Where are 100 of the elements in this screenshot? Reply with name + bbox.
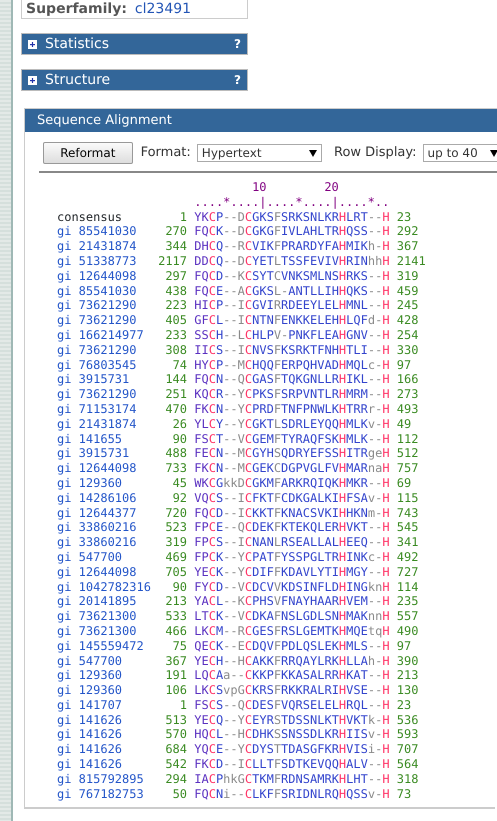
end-position: 557 — [396, 609, 418, 624]
sequence-text: YECK--YCDIFFKDAVLYTIHMGY--H — [194, 564, 390, 580]
sequence-link[interactable]: gi 12644098 — [57, 461, 151, 476]
end-position: 166 — [396, 372, 418, 388]
format-dropdown[interactable]: Hypertext — [196, 144, 322, 162]
start-position: 223 — [164, 298, 188, 314]
sequence-link[interactable]: gi 12644098 — [57, 268, 151, 284]
panel-title: Sequence Alignment — [25, 109, 497, 132]
sequence-link[interactable]: gi 73621290 — [57, 313, 151, 328]
start-position: 294 — [164, 772, 188, 787]
start-position: 1 — [178, 210, 188, 224]
sequence-link[interactable]: gi 71153174 — [57, 402, 151, 417]
end-position: 428 — [396, 313, 418, 328]
sequence-link[interactable]: gi 73621300 — [57, 624, 151, 639]
start-position: 319 — [164, 535, 188, 550]
sequence-link[interactable]: gi 129360 — [57, 668, 151, 684]
sequence-link[interactable]: gi 85541030 — [57, 224, 151, 240]
sequence-text: YECQ--YCEYRSTDSSNLKTHVKTk-H — [194, 712, 390, 728]
end-position: 390 — [396, 654, 418, 668]
sequence-text: FKCN--YCPRDFTNFPNWLKHTRRr-H — [194, 402, 390, 417]
start-position: 570 — [164, 727, 188, 742]
row-display-dropdown[interactable]: up to 40 — [422, 144, 497, 162]
section-header-bar[interactable]: Structure ? — [21, 69, 248, 91]
start-position: 466 — [164, 624, 188, 639]
end-position: 292 — [396, 224, 418, 240]
sequence-link[interactable]: gi 51338773 — [57, 254, 151, 269]
end-position: 114 — [396, 580, 418, 594]
sequence-link[interactable]: gi 76803545 — [57, 358, 151, 372]
sequence-link[interactable]: gi 3915731 — [57, 446, 151, 462]
sequence-link[interactable]: gi 129360 — [57, 683, 151, 698]
sequence-text: FKCN--MCGEKCDGPVGLFVHMARnaH — [194, 461, 390, 476]
sequence-text: HICP--ICGVIRRDEEYLELHMNL--H — [194, 298, 390, 314]
sequence-link[interactable]: gi 547700 — [57, 654, 151, 668]
end-position: 318 — [396, 772, 418, 787]
end-position: 319 — [396, 268, 418, 284]
sequence-link[interactable]: gi 73621290 — [57, 342, 151, 358]
start-position: 470 — [164, 402, 188, 417]
end-position: 459 — [396, 284, 418, 298]
sequence-link[interactable]: gi 141626 — [57, 742, 151, 758]
end-position: 49 — [396, 416, 412, 432]
start-position: 26 — [172, 416, 188, 432]
sequence-link[interactable]: gi 166214977 — [57, 328, 151, 343]
sequence-text: FECN--MCGYHSQDRYEFSSHITRgeH — [194, 446, 390, 462]
start-position: 367 — [164, 654, 188, 668]
start-position: 405 — [164, 313, 188, 328]
caret-icon — [309, 150, 317, 156]
sequence-link[interactable]: gi 3915731 — [57, 372, 151, 388]
start-position: 733 — [164, 461, 188, 476]
sequence-text: FYCD--VCDCVVKDSINFLDHINGknH — [194, 580, 390, 594]
start-position: 50 — [172, 786, 188, 802]
sequence-text: LKCM--RCGESFRSLGEMTKHMQEtqH — [194, 624, 390, 639]
plus-icon[interactable] — [28, 76, 37, 84]
sequence-link[interactable]: gi 129360 — [57, 476, 151, 491]
sequence-link[interactable]: gi 73621300 — [57, 609, 151, 624]
start-position: 513 — [164, 712, 188, 728]
sequence-link[interactable]: gi 14286106 — [57, 490, 151, 506]
end-position: 23 — [396, 210, 412, 224]
sequence-link[interactable]: gi 1042782316 — [57, 580, 151, 594]
sequence-link[interactable]: gi 141707 — [57, 698, 151, 713]
sequence-link[interactable]: gi 141626 — [57, 757, 151, 772]
help-link[interactable]: ? — [234, 71, 241, 89]
reformat-button[interactable]: Reformat — [43, 142, 133, 164]
sequence-link[interactable]: gi 141626 — [57, 727, 151, 742]
help-link[interactable]: ? — [234, 35, 241, 53]
sequence-link[interactable]: gi 12644377 — [57, 506, 151, 520]
sequence-link[interactable]: gi 33860216 — [57, 535, 151, 550]
sequence-link[interactable]: gi 547700 — [57, 550, 151, 565]
sequence-link[interactable]: gi 21431874 — [57, 416, 151, 432]
superfamily-label: Superfamily: — [26, 2, 127, 16]
end-position: 727 — [396, 564, 418, 580]
section-header-bar[interactable]: Statistics ? — [21, 33, 248, 55]
sequence-link[interactable]: gi 85541030 — [57, 284, 151, 298]
sequence-link[interactable]: gi 145559472 — [57, 638, 151, 654]
plus-icon[interactable] — [28, 40, 37, 48]
format-label: Format: — [140, 144, 191, 162]
sequence-text: HYCP--MCHQQFERPQHVADHMQLc-H — [194, 358, 390, 372]
sequence-text: DHCQ--RCVIKFPRARDYFAHMIKh-H — [194, 239, 390, 254]
start-position: 684 — [164, 742, 188, 758]
sequence-text: DDCQ--DCYETLTSSFEVIVHRINhhH — [194, 254, 390, 269]
sequence-link[interactable]: gi 767182753 — [57, 786, 151, 802]
start-position: 438 — [164, 284, 188, 298]
superfamily-link[interactable]: cl23491 — [134, 2, 192, 16]
end-position: 23 — [396, 698, 412, 713]
start-position: 191 — [164, 668, 188, 684]
sequence-link[interactable]: gi 815792895 — [57, 772, 151, 787]
start-position: 705 — [164, 564, 188, 580]
start-position: 469 — [164, 550, 188, 565]
sequence-link[interactable]: gi 33860216 — [57, 520, 151, 536]
sequence-link[interactable]: gi 141655 — [57, 432, 151, 446]
end-position: 97 — [396, 638, 412, 654]
start-position: 90 — [172, 432, 188, 446]
sequence-link[interactable]: gi 73621290 — [57, 387, 151, 402]
sequence-link[interactable]: gi 12644098 — [57, 564, 151, 580]
sequence-link[interactable]: gi 73621290 — [57, 298, 151, 314]
sequence-text: YKCP--DCGKSFSRKSNLKRHLRT--H — [194, 210, 390, 224]
sequence-link[interactable]: gi 141626 — [57, 712, 151, 728]
start-position: 344 — [164, 239, 188, 254]
sequence-link[interactable]: gi 20141895 — [57, 594, 151, 610]
sequence-link[interactable]: gi 21431874 — [57, 239, 151, 254]
sequence-text: FQCNi--CLKFFSRIDNLRQHQSSv-H — [194, 786, 390, 802]
